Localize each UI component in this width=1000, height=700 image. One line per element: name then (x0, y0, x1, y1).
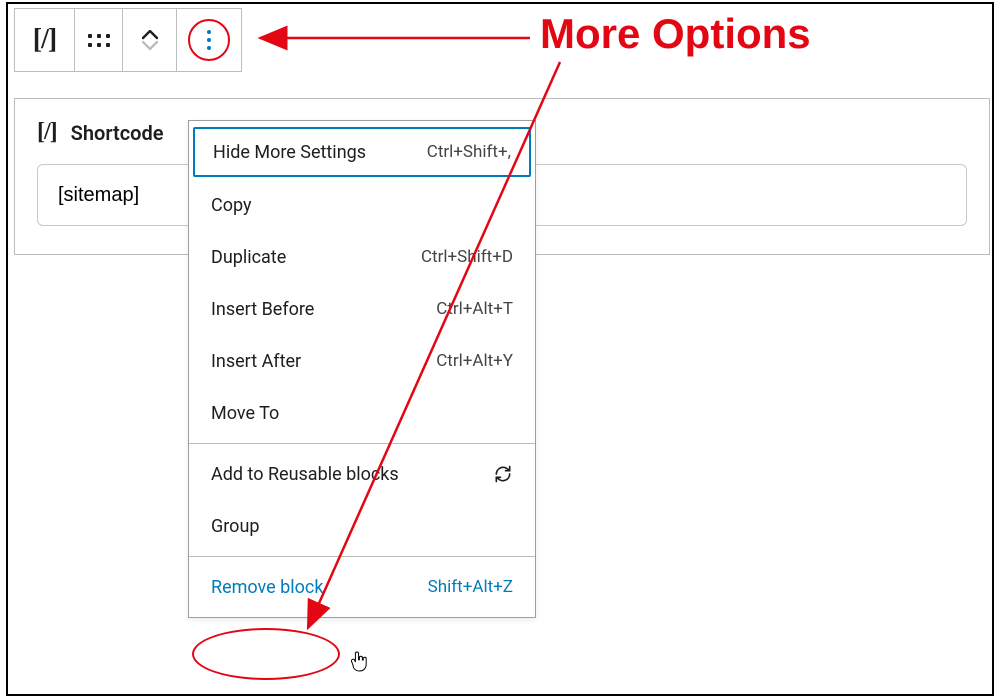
editor-frame: [/] [/] Shortcode (6, 2, 994, 696)
menu-item-shortcut: Shift+Alt+Z (428, 577, 513, 597)
menu-item-label: Move To (211, 403, 279, 424)
menu-section-1: Hide More Settings Ctrl+Shift+, Copy Dup… (189, 121, 535, 444)
chevron-up-icon (142, 30, 158, 40)
menu-item-shortcut: Ctrl+Alt+Y (436, 351, 513, 371)
menu-item-hide-more-settings[interactable]: Hide More Settings Ctrl+Shift+, (193, 127, 531, 177)
menu-item-add-reusable[interactable]: Add to Reusable blocks (189, 448, 535, 500)
menu-item-label: Insert After (211, 351, 301, 372)
menu-item-label: Copy (211, 195, 252, 216)
cursor-pointer-icon (350, 650, 370, 674)
menu-item-label: Duplicate (211, 247, 286, 268)
refresh-icon (493, 464, 513, 484)
drag-handle[interactable] (75, 9, 123, 71)
menu-item-insert-before[interactable]: Insert Before Ctrl+Alt+T (189, 283, 535, 335)
menu-item-shortcut: Ctrl+Shift+, (427, 142, 511, 162)
more-options-menu: Hide More Settings Ctrl+Shift+, Copy Dup… (188, 120, 536, 618)
menu-item-duplicate[interactable]: Duplicate Ctrl+Shift+D (189, 231, 535, 283)
menu-section-3: Remove block Shift+Alt+Z (189, 557, 535, 617)
menu-item-group[interactable]: Group (189, 500, 535, 552)
block-movers (123, 9, 177, 71)
menu-item-label: Add to Reusable blocks (211, 464, 399, 485)
move-down-button[interactable] (142, 40, 158, 50)
menu-item-remove-block[interactable]: Remove block Shift+Alt+Z (189, 561, 535, 613)
shortcode-icon: [/] (37, 119, 57, 146)
menu-item-move-to[interactable]: Move To (189, 387, 535, 439)
drag-icon (88, 34, 110, 47)
block-type-button[interactable]: [/] (15, 9, 75, 71)
menu-item-label: Insert Before (211, 299, 314, 320)
menu-item-label: Remove block (211, 577, 323, 598)
menu-item-insert-after[interactable]: Insert After Ctrl+Alt+Y (189, 335, 535, 387)
block-title: Shortcode (71, 121, 164, 145)
annotation-circle-more (188, 19, 230, 61)
menu-item-shortcut: Ctrl+Alt+T (436, 299, 513, 319)
chevron-down-icon (142, 40, 158, 50)
annotation-label: More Options (540, 10, 811, 58)
more-options-button[interactable] (177, 9, 241, 71)
block-toolbar: [/] (14, 8, 242, 72)
menu-item-label: Group (211, 516, 259, 537)
shortcode-icon: [/] (33, 24, 56, 56)
move-up-button[interactable] (142, 30, 158, 40)
menu-item-label: Hide More Settings (213, 142, 366, 163)
menu-section-2: Add to Reusable blocks Group (189, 444, 535, 557)
menu-item-shortcut: Ctrl+Shift+D (421, 247, 513, 267)
more-options-icon (207, 30, 211, 50)
menu-item-copy[interactable]: Copy (189, 179, 535, 231)
